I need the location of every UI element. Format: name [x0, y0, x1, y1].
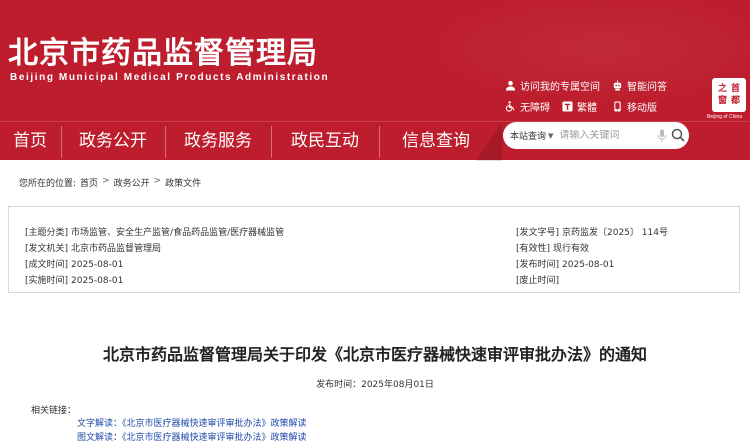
- info-publish-date: [发布时间] 2025-08-01: [516, 257, 614, 270]
- info-label: [发文字号]: [516, 228, 560, 238]
- search-bar: 本站查询 ▼: [503, 122, 689, 149]
- user-icon: [505, 80, 516, 91]
- seal-glyph: 之: [717, 83, 727, 94]
- info-topic: [主题分类] 市场监管、安全生产监管/食品药品监管/医疗器械监管: [25, 225, 284, 238]
- info-value: 市场监管、安全生产监管/食品药品监管/医疗器械监管: [71, 228, 285, 238]
- info-label: [有效性]: [516, 244, 551, 254]
- wheelchair-icon: [505, 101, 515, 112]
- breadcrumb-item-home[interactable]: 首页: [80, 176, 98, 189]
- text-t-icon: [562, 101, 573, 112]
- microphone-icon[interactable]: [657, 129, 667, 142]
- traditional-chinese-link[interactable]: 繁體: [562, 99, 597, 114]
- info-label: [发布时间]: [516, 260, 560, 270]
- site-subtitle: Beijing Municipal Medical Products Admin…: [10, 72, 330, 83]
- capital-window-seal[interactable]: 之 首 窗 都: [712, 78, 746, 112]
- accessibility-label: 无障碍: [520, 103, 550, 114]
- breadcrumb-separator: >: [153, 176, 162, 186]
- info-value: 2025-08-01: [71, 276, 124, 286]
- related-link-graphic-interpretation[interactable]: 图文解读：《北京市医疗器械快速审评审批办法》政策解读: [77, 430, 307, 443]
- personal-space-link[interactable]: 访问我的专属空间: [505, 78, 600, 93]
- info-label: [实施时间]: [25, 276, 69, 286]
- smart-qa-link[interactable]: 智能问答: [612, 78, 667, 93]
- nav-item-home[interactable]: 首页: [0, 122, 60, 161]
- seal-caption: Beijing of China: [707, 114, 743, 120]
- search-scope-label: 本站查询: [510, 132, 547, 142]
- info-value: 京药监发〔2025〕 114号: [562, 228, 668, 238]
- caret-down-icon: ▼: [548, 131, 554, 140]
- breadcrumb-item-gov-affairs[interactable]: 政务公开: [114, 176, 150, 189]
- info-value: 现行有效: [553, 244, 590, 254]
- search-input[interactable]: [559, 130, 652, 141]
- related-link-text-interpretation[interactable]: 文字解读：《北京市医疗器械快速审评审批办法》政策解读: [77, 416, 307, 429]
- accessibility-link[interactable]: 无障碍: [505, 99, 550, 114]
- breadcrumb-prefix: 您所在的位置:: [19, 179, 77, 189]
- info-label: [废止时间]: [516, 276, 560, 286]
- info-value: 2025-08-01: [71, 260, 124, 270]
- robot-icon: [613, 80, 622, 91]
- seal-glyph: 都: [730, 95, 740, 106]
- site-title[interactable]: 北京市药品监督管理局: [8, 28, 318, 72]
- mobile-version-label: 移动版: [627, 103, 657, 114]
- info-value: 2025-08-01: [562, 260, 615, 270]
- info-value: 北京市药品监督管理局: [71, 244, 162, 254]
- info-effective-date: [实施时间] 2025-08-01: [25, 273, 123, 286]
- nav-item-interaction[interactable]: 政民互动: [272, 122, 378, 161]
- personal-space-label: 访问我的专属空间: [520, 82, 600, 93]
- related-links-label: 相关链接：: [31, 406, 77, 416]
- smart-qa-label: 智能问答: [627, 82, 667, 93]
- info-validity: [有效性] 现行有效: [516, 241, 589, 254]
- article-title: 北京市药品监督管理局关于印发《北京市医疗器械快速审评审批办法》的通知: [102, 345, 647, 364]
- breadcrumb-item-policy-docs[interactable]: 政策文件: [165, 176, 201, 189]
- seal-glyph: 窗: [717, 95, 727, 106]
- breadcrumb: 您所在的位置: 首页 > 政务公开 > 政策文件: [19, 176, 201, 189]
- breadcrumb-separator: >: [102, 176, 110, 186]
- info-abolish-date: [废止时间]: [516, 273, 562, 286]
- info-issuer: [发文机关] 北京市药品监督管理局: [25, 241, 161, 254]
- document-info-box: [主题分类] 市场监管、安全生产监管/食品药品监管/医疗器械监管 [发文机关] 北京…: [8, 206, 740, 293]
- nav-item-gov-affairs-open[interactable]: 政务公开: [62, 122, 164, 161]
- search-scope-select[interactable]: 本站查询 ▼: [503, 129, 554, 143]
- search-icon[interactable]: [671, 128, 685, 142]
- publish-date: 发布时间：2025年08月01日: [316, 380, 434, 390]
- info-written-date: [成文时间] 2025-08-01: [25, 257, 123, 270]
- info-doc-number: [发文字号] 京药监发〔2025〕 114号: [516, 225, 668, 238]
- info-label: [主题分类]: [25, 228, 69, 238]
- seal-glyph: 首: [730, 83, 740, 94]
- mobile-version-link[interactable]: 移动版: [612, 99, 657, 114]
- info-label: [成文时间]: [25, 260, 69, 270]
- nav-item-gov-services[interactable]: 政务服务: [166, 122, 270, 161]
- nav-slant-decoration: [476, 122, 502, 161]
- traditional-chinese-label: 繁體: [577, 103, 597, 114]
- info-label: [发文机关]: [25, 244, 69, 254]
- phone-icon: [614, 101, 621, 112]
